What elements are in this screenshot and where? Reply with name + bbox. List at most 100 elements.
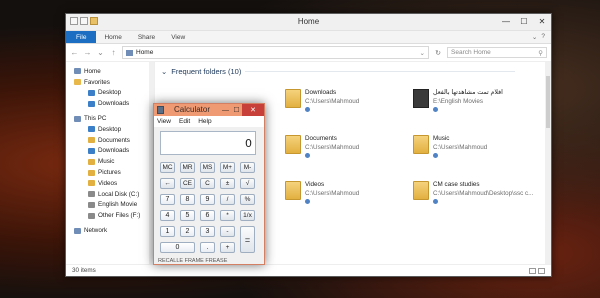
menu-help[interactable]: Help [198, 118, 211, 127]
sidebar-item-label: Documents [98, 136, 130, 144]
sidebar-item[interactable]: Local Disk (C:) [66, 189, 154, 200]
tab-share[interactable]: Share [130, 31, 163, 43]
sidebar-item[interactable]: Downloads [66, 146, 154, 157]
key-m-plus[interactable]: M+ [220, 162, 235, 173]
sidebar-item[interactable]: Music [66, 156, 154, 167]
key-sqrt[interactable]: √ [240, 178, 255, 189]
key-add[interactable]: + [220, 242, 235, 253]
sidebar-item[interactable]: This PC [66, 113, 154, 124]
sidebar-item[interactable]: Other Files (F:) [66, 210, 154, 221]
key-equals[interactable]: = [240, 226, 255, 253]
key-divide[interactable]: / [220, 194, 235, 205]
pin-icon [433, 107, 438, 112]
sidebar-item-label: Network [84, 227, 108, 235]
calculator-title: Calculator [174, 105, 211, 114]
close-button[interactable]: ✕ [533, 14, 551, 28]
key-mr[interactable]: MR [180, 162, 195, 173]
calculator-close-button[interactable]: ✕ [242, 104, 264, 116]
refresh-button[interactable]: ↻ [433, 49, 443, 57]
sidebar-item[interactable]: Desktop [66, 88, 154, 99]
key-mc[interactable]: MC [160, 162, 175, 173]
key-subtract[interactable]: - [220, 226, 235, 237]
sidebar-item[interactable]: Home [66, 66, 154, 77]
folder-tile[interactable]: افلام تمت مشاهدتها بالفعل E:\English Movi… [413, 89, 553, 119]
recent-locations-button[interactable]: ⌄ [96, 48, 105, 57]
forward-button[interactable]: → [83, 48, 92, 57]
star-icon [74, 79, 81, 86]
folder-tile[interactable]: Downloads C:\Users\Mahmoud [285, 89, 425, 119]
back-button[interactable]: ← [70, 48, 79, 57]
key-6[interactable]: 6 [200, 210, 215, 221]
key-1[interactable]: 1 [160, 226, 175, 237]
key-7[interactable]: 7 [160, 194, 175, 205]
search-input[interactable]: Search Home ⚲ [447, 47, 547, 58]
expand-ribbon-icon[interactable]: ⌄ [532, 33, 537, 41]
tab-home[interactable]: Home [96, 31, 129, 43]
display-value: 0 [245, 137, 252, 150]
sidebar-item-label: Desktop [98, 125, 122, 133]
downloads-folder-icon [285, 89, 301, 108]
folder-tile[interactable]: Videos C:\Users\Mahmoud [285, 181, 425, 211]
folder-tile[interactable]: CM case studies C:\Users\Mahmoud\Desktop\… [413, 181, 553, 211]
help-icon[interactable]: ? [541, 33, 545, 41]
key-percent[interactable]: % [240, 194, 255, 205]
key-backspace[interactable]: ← [160, 178, 175, 189]
key-multiply[interactable]: * [220, 210, 235, 221]
sidebar-item[interactable]: English Movie [66, 200, 154, 211]
calculator-window: Calculator — ☐ ✕ View Edit Help 0 MC MR MS… [153, 103, 265, 265]
key-ce[interactable]: CE [180, 178, 195, 189]
menu-edit[interactable]: Edit [179, 118, 190, 127]
key-plus-minus[interactable]: ± [220, 178, 235, 189]
search-icon: ⚲ [538, 49, 543, 57]
folder-tile[interactable]: Music C:\Users\Mahmoud [413, 135, 553, 165]
sidebar-item[interactable]: Pictures [66, 167, 154, 178]
calculator-maximize-button[interactable]: ☐ [231, 104, 242, 116]
tab-view[interactable]: View [163, 31, 193, 43]
sidebar-item[interactable]: Favorites [66, 77, 154, 88]
maximize-button[interactable]: ☐ [515, 14, 533, 28]
music-icon [88, 158, 95, 165]
sidebar-item[interactable]: Desktop [66, 124, 154, 135]
pictures-icon [88, 169, 95, 176]
calculator-minimize-button[interactable]: — [220, 104, 231, 116]
key-4[interactable]: 4 [160, 210, 175, 221]
search-placeholder: Search Home [451, 49, 491, 56]
sidebar-item[interactable]: Documents [66, 135, 154, 146]
minimize-button[interactable]: — [497, 14, 515, 28]
details-view-icon[interactable] [529, 267, 536, 274]
sidebar-item[interactable]: Network [66, 225, 154, 236]
key-5[interactable]: 5 [180, 210, 195, 221]
section-header[interactable]: ⌄ Frequent folders (10) [161, 67, 516, 76]
folder-tile[interactable]: Documents C:\Users\Mahmoud [285, 135, 425, 165]
sidebar-item[interactable]: Videos [66, 178, 154, 189]
menu-view[interactable]: View [157, 118, 171, 127]
section-divider [245, 71, 516, 72]
content-scrollbar[interactable] [545, 62, 551, 265]
key-m-minus[interactable]: M- [240, 162, 255, 173]
tiles-view-icon[interactable] [538, 267, 545, 274]
tab-file[interactable]: File [66, 31, 97, 43]
address-bar[interactable]: Home ⌄ [122, 46, 429, 59]
up-button[interactable]: ↑ [109, 48, 118, 57]
key-reciprocal[interactable]: 1/x [240, 210, 255, 221]
key-decimal[interactable]: . [200, 242, 215, 253]
music-folder-icon [413, 135, 429, 154]
home-icon [74, 68, 81, 75]
address-dropdown-icon[interactable]: ⌄ [420, 49, 425, 57]
folder-name: CM case studies [433, 181, 480, 188]
section-title: Frequent folders (10) [171, 67, 242, 76]
breadcrumb[interactable]: Home [136, 49, 153, 56]
pin-icon [433, 153, 438, 158]
calculator-app-icon[interactable] [157, 106, 164, 114]
key-clear[interactable]: C [200, 178, 215, 189]
sidebar-item-label: Downloads [98, 147, 130, 155]
key-3[interactable]: 3 [200, 226, 215, 237]
key-ms[interactable]: MS [200, 162, 215, 173]
key-2[interactable]: 2 [180, 226, 195, 237]
sidebar-item[interactable]: Downloads [66, 98, 154, 109]
scrollbar-thumb[interactable] [546, 76, 550, 128]
sidebar-item-label: This PC [84, 115, 107, 123]
key-9[interactable]: 9 [200, 194, 215, 205]
key-8[interactable]: 8 [180, 194, 195, 205]
key-0[interactable]: 0 [160, 242, 195, 253]
